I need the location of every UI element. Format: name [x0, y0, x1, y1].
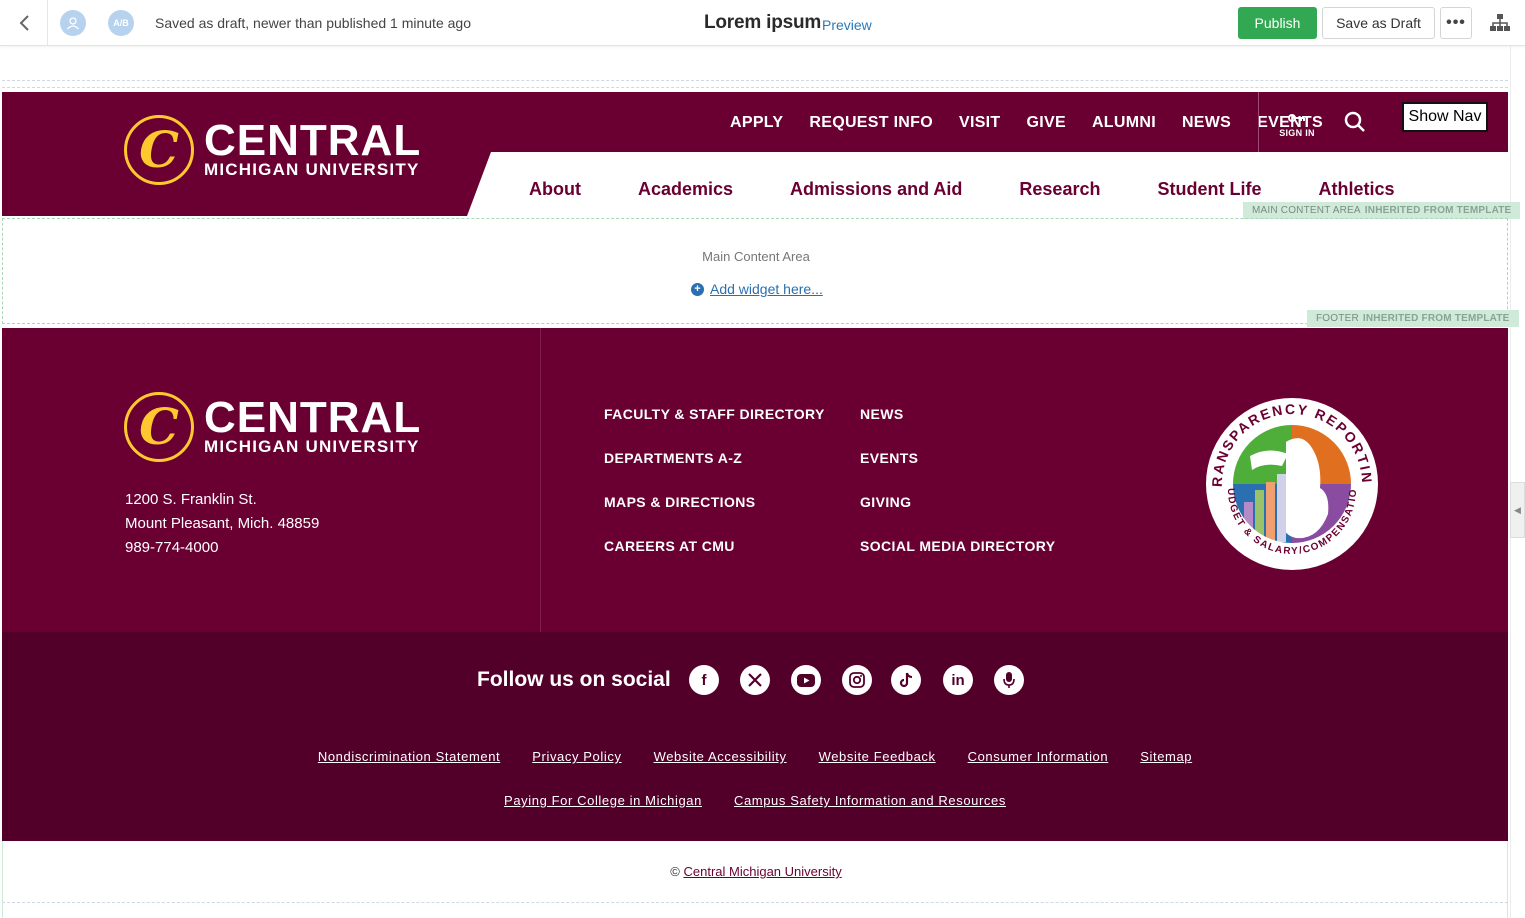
- footer-link-news[interactable]: NEWS: [860, 406, 1055, 450]
- site-header: C CENTRAL MICHIGAN UNIVERSITY APPLY REQU…: [2, 92, 1508, 216]
- save-status: Saved as draft, newer than published 1 m…: [155, 15, 471, 31]
- footer-links-col1: FACULTY & STAFF DIRECTORY DEPARTMENTS A-…: [604, 406, 825, 582]
- add-widget-label: Add widget here...: [710, 281, 823, 297]
- legal-campus-safety[interactable]: Campus Safety Information and Resources: [734, 793, 1006, 808]
- util-nav-visit[interactable]: VISIT: [959, 114, 1001, 132]
- caret-left-icon: ◀: [1514, 504, 1521, 515]
- legal-links-row2: Paying For College in Michigan Campus Sa…: [2, 793, 1508, 808]
- copyright-bar: © Central Michigan University: [2, 841, 1508, 918]
- canvas-dropzone-top: [2, 80, 1508, 88]
- main-content-area: Main Content Area + Add widget here...: [2, 218, 1508, 324]
- sign-in-button[interactable]: SIGN IN: [1277, 110, 1317, 138]
- nav-student-life[interactable]: Student Life: [1157, 179, 1261, 200]
- footer-link-maps[interactable]: MAPS & DIRECTIONS: [604, 494, 825, 538]
- footer-link-departments[interactable]: DEPARTMENTS A-Z: [604, 450, 825, 494]
- footer-link-events[interactable]: EVENTS: [860, 450, 1055, 494]
- publish-button[interactable]: Publish: [1238, 7, 1317, 39]
- footer-link-directory[interactable]: FACULTY & STAFF DIRECTORY: [604, 406, 825, 450]
- address-phone[interactable]: 989-774-4000: [125, 536, 319, 560]
- back-button[interactable]: [0, 0, 48, 46]
- util-nav-apply[interactable]: APPLY: [730, 114, 783, 132]
- legal-privacy[interactable]: Privacy Policy: [532, 749, 621, 764]
- canvas-dropzone-bottom: [2, 902, 1508, 903]
- ab-test-avatar[interactable]: A/B: [108, 10, 134, 36]
- nav-about[interactable]: About: [529, 179, 581, 200]
- nav-research[interactable]: Research: [1019, 179, 1100, 200]
- transparency-reporting-seal[interactable]: TRANSPARENCY REPORTING BUDGET & SALARY/C…: [1198, 390, 1386, 578]
- legal-consumer-info[interactable]: Consumer Information: [968, 749, 1109, 764]
- template-inherited-note: INHERITED FROM TEMPLATE: [1362, 313, 1510, 324]
- main-content-template-label: MAIN CONTENT AREA INHERITED FROM TEMPLATE: [1243, 202, 1521, 219]
- x-icon[interactable]: [740, 665, 770, 695]
- footer: C CENTRAL MICHIGAN UNIVERSITY 1200 S. Fr…: [2, 328, 1508, 632]
- logo-line1: CENTRAL: [204, 116, 422, 165]
- user-avatar-icon[interactable]: [60, 10, 86, 36]
- util-nav-news[interactable]: NEWS: [1182, 114, 1231, 132]
- tiktok-icon[interactable]: [891, 665, 921, 695]
- template-region-name: MAIN CONTENT AREA: [1252, 205, 1361, 216]
- search-button[interactable]: [1343, 110, 1367, 134]
- legal-nondiscrimination[interactable]: Nondiscrimination Statement: [318, 749, 500, 764]
- footer-address: 1200 S. Franklin St. Mount Pleasant, Mic…: [125, 488, 319, 560]
- instagram-icon[interactable]: [842, 665, 872, 695]
- footer-link-careers[interactable]: CAREERS AT CMU: [604, 538, 825, 582]
- search-icon: [1344, 111, 1365, 132]
- logo-line1: CENTRAL: [204, 393, 422, 442]
- nav-academics[interactable]: Academics: [638, 179, 733, 200]
- util-divider: [1258, 92, 1259, 152]
- util-nav-give[interactable]: GIVE: [1027, 114, 1066, 132]
- address-street: 1200 S. Franklin St.: [125, 491, 257, 508]
- utility-nav: APPLY REQUEST INFO VISIT GIVE ALUMNI NEW…: [730, 114, 1349, 132]
- copyright-link[interactable]: Central Michigan University: [683, 864, 841, 879]
- ellipsis-icon: •••: [1446, 14, 1466, 31]
- template-region-name: FOOTER: [1316, 313, 1359, 324]
- footer-divider: [540, 328, 541, 632]
- plus-circle-icon: +: [691, 282, 704, 296]
- legal-links-row1: Nondiscrimination Statement Privacy Poli…: [2, 749, 1508, 764]
- chevron-left-icon: [19, 15, 29, 31]
- copyright: © Central Michigan University: [3, 864, 1509, 879]
- editor-toolbar: A/B Saved as draft, newer than published…: [0, 0, 1525, 46]
- util-nav-alumni[interactable]: ALUMNI: [1092, 114, 1156, 132]
- nav-athletics[interactable]: Athletics: [1318, 179, 1394, 200]
- sitemap-button[interactable]: [1488, 12, 1512, 34]
- save-draft-button[interactable]: Save as Draft: [1322, 7, 1435, 39]
- cmu-c-logo-icon: C: [124, 115, 194, 185]
- footer-links-col2: NEWS EVENTS GIVING SOCIAL MEDIA DIRECTOR…: [860, 406, 1055, 582]
- footer-bottom: Follow us on social f in Nondiscriminati…: [2, 632, 1508, 841]
- podcast-icon[interactable]: [994, 665, 1024, 695]
- legal-feedback[interactable]: Website Feedback: [819, 749, 936, 764]
- util-nav-request-info[interactable]: REQUEST INFO: [809, 114, 933, 132]
- template-inherited-note: INHERITED FROM TEMPLATE: [1364, 205, 1512, 216]
- social-label: Follow us on social: [477, 668, 671, 691]
- facebook-icon[interactable]: f: [689, 665, 719, 695]
- logo-line2: MICHIGAN UNIVERSITY: [204, 160, 420, 179]
- main-content-title: Main Content Area: [702, 249, 810, 264]
- legal-accessibility[interactable]: Website Accessibility: [654, 749, 787, 764]
- youtube-icon[interactable]: [791, 665, 821, 695]
- show-nav-button[interactable]: Show Nav: [1402, 102, 1488, 132]
- footer-link-giving[interactable]: GIVING: [860, 494, 1055, 538]
- main-nav: About Academics Admissions and Aid Resea…: [529, 179, 1395, 200]
- more-options-button[interactable]: •••: [1440, 7, 1472, 39]
- logo-line2: MICHIGAN UNIVERSITY: [204, 437, 420, 456]
- cmu-c-logo-icon: C: [124, 392, 194, 462]
- address-city: Mount Pleasant, Mich. 48859: [125, 515, 320, 532]
- footer-template-label: FOOTER INHERITED FROM TEMPLATE: [1307, 310, 1519, 327]
- page-title: Lorem ipsum: [704, 12, 822, 33]
- key-icon: [1288, 114, 1305, 122]
- footer-logo[interactable]: C CENTRAL MICHIGAN UNIVERSITY: [124, 392, 421, 462]
- copyright-symbol: ©: [670, 864, 680, 879]
- footer-link-social-directory[interactable]: SOCIAL MEDIA DIRECTORY: [860, 538, 1055, 582]
- legal-paying-for-college[interactable]: Paying For College in Michigan: [504, 793, 702, 808]
- legal-sitemap[interactable]: Sitemap: [1140, 749, 1192, 764]
- add-widget-link[interactable]: + Add widget here...: [691, 281, 823, 297]
- sign-in-label: SIGN IN: [1279, 128, 1315, 138]
- preview-link[interactable]: Preview: [822, 17, 872, 33]
- side-panel-toggle[interactable]: ◀: [1510, 482, 1525, 538]
- sitemap-icon: [1490, 14, 1510, 31]
- header-logo[interactable]: C CENTRAL MICHIGAN UNIVERSITY: [124, 115, 421, 185]
- nav-admissions-aid[interactable]: Admissions and Aid: [790, 179, 962, 200]
- linkedin-icon[interactable]: in: [943, 665, 973, 695]
